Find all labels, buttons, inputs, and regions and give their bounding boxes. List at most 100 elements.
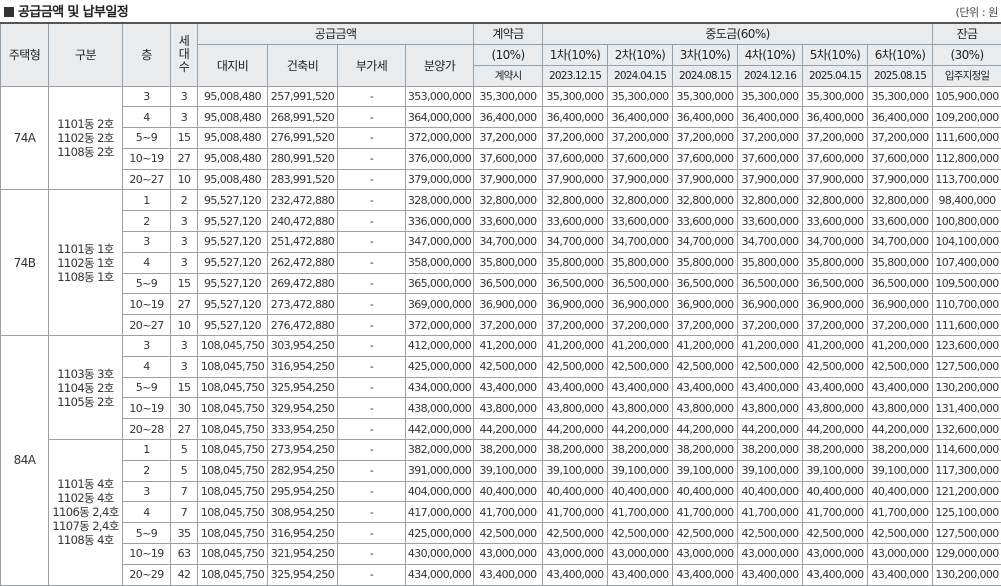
building-cell: 333,954,250 bbox=[268, 419, 338, 440]
middle-payment-2-cell: 32,800,000 bbox=[608, 190, 673, 211]
table-row: 20~2942108,045,750325,954,250-434,000,00… bbox=[1, 564, 1001, 585]
building-cell: 276,472,880 bbox=[268, 315, 338, 336]
middle-payment-3-cell: 37,200,000 bbox=[673, 128, 738, 149]
vat-cell: - bbox=[338, 232, 406, 253]
header-type: 주택형 bbox=[1, 23, 49, 86]
sale-cell: 442,000,000 bbox=[406, 419, 474, 440]
table-body: 74A1101동 2호 1102동 2호 1108동 2호3395,008,48… bbox=[1, 86, 1001, 585]
sale-cell: 376,000,000 bbox=[406, 148, 474, 169]
land-cell: 108,045,750 bbox=[198, 419, 268, 440]
vat-cell: - bbox=[338, 169, 406, 190]
middle-payment-6-cell: 34,700,000 bbox=[868, 232, 933, 253]
middle-payment-3-cell: 38,200,000 bbox=[673, 440, 738, 461]
middle-payment-5-cell: 32,800,000 bbox=[803, 190, 868, 211]
vat-cell: - bbox=[338, 128, 406, 149]
middle-payment-4-cell: 36,900,000 bbox=[738, 294, 803, 315]
header-mid-date-5: 2025.04.15 bbox=[803, 65, 868, 86]
middle-payment-1-cell: 43,400,000 bbox=[543, 564, 608, 585]
balance-cell: 111,600,000 bbox=[933, 315, 1001, 336]
sale-cell: 412,000,000 bbox=[406, 336, 474, 357]
middle-payment-6-cell: 43,000,000 bbox=[868, 544, 933, 565]
middle-payment-1-cell: 32,800,000 bbox=[543, 190, 608, 211]
floor-cell: 3 bbox=[123, 232, 171, 253]
land-cell: 95,008,480 bbox=[198, 86, 268, 107]
middle-payment-3-cell: 42,500,000 bbox=[673, 356, 738, 377]
sale-cell: 336,000,000 bbox=[406, 211, 474, 232]
floor-cell: 10~19 bbox=[123, 294, 171, 315]
balance-cell: 98,400,000 bbox=[933, 190, 1001, 211]
middle-payment-5-cell: 40,400,000 bbox=[803, 481, 868, 502]
units-cell: 3 bbox=[171, 336, 198, 357]
middle-payment-1-cell: 33,600,000 bbox=[543, 211, 608, 232]
sale-cell: 434,000,000 bbox=[406, 377, 474, 398]
table-row: 20~271095,527,120276,472,880-372,000,000… bbox=[1, 315, 1001, 336]
balance-cell: 130,200,000 bbox=[933, 377, 1001, 398]
middle-payment-6-cell: 42,500,000 bbox=[868, 523, 933, 544]
land-cell: 95,527,120 bbox=[198, 232, 268, 253]
land-cell: 95,527,120 bbox=[198, 252, 268, 273]
vat-cell: - bbox=[338, 481, 406, 502]
balance-cell: 123,600,000 bbox=[933, 336, 1001, 357]
middle-payment-4-cell: 33,600,000 bbox=[738, 211, 803, 232]
middle-payment-4-cell: 36,400,000 bbox=[738, 107, 803, 128]
table-row: 10~1930108,045,750329,954,250-438,000,00… bbox=[1, 398, 1001, 419]
price-schedule-table: 주택형 구분 층 세대수 공급금액 계약금 중도금(60%) 잔금 대지비 건축… bbox=[0, 22, 1001, 586]
middle-payment-2-cell: 36,400,000 bbox=[608, 107, 673, 128]
table-row: 74A1101동 2호 1102동 2호 1108동 2호3395,008,48… bbox=[1, 86, 1001, 107]
contract-cell: 43,800,000 bbox=[474, 398, 543, 419]
units-cell: 3 bbox=[171, 356, 198, 377]
floor-cell: 1 bbox=[123, 440, 171, 461]
middle-payment-2-cell: 42,500,000 bbox=[608, 356, 673, 377]
unit-note: (단위 : 원 bbox=[955, 4, 998, 20]
middle-payment-5-cell: 35,300,000 bbox=[803, 86, 868, 107]
units-cell: 5 bbox=[171, 460, 198, 481]
header-mid-date-3: 2024.08.15 bbox=[673, 65, 738, 86]
contract-cell: 33,600,000 bbox=[474, 211, 543, 232]
units-cell: 30 bbox=[171, 398, 198, 419]
balance-cell: 105,900,000 bbox=[933, 86, 1001, 107]
land-cell: 108,045,750 bbox=[198, 544, 268, 565]
middle-payment-4-cell: 42,500,000 bbox=[738, 523, 803, 544]
land-cell: 108,045,750 bbox=[198, 377, 268, 398]
sale-cell: 364,000,000 bbox=[406, 107, 474, 128]
header-sale: 분양가 bbox=[406, 44, 474, 86]
middle-payment-2-cell: 33,600,000 bbox=[608, 211, 673, 232]
floor-cell: 10~19 bbox=[123, 398, 171, 419]
units-cell: 27 bbox=[171, 419, 198, 440]
middle-payment-2-cell: 43,400,000 bbox=[608, 564, 673, 585]
floor-cell: 5~9 bbox=[123, 128, 171, 149]
sale-cell: 379,000,000 bbox=[406, 169, 474, 190]
header-mid-date-2: 2024.04.15 bbox=[608, 65, 673, 86]
middle-payment-5-cell: 43,000,000 bbox=[803, 544, 868, 565]
building-group-cell: 1101동 4호 1102동 4호 1106동 2,4호 1107동 2,4호 … bbox=[49, 440, 123, 586]
vat-cell: - bbox=[338, 544, 406, 565]
sale-cell: 372,000,000 bbox=[406, 315, 474, 336]
building-cell: 257,991,520 bbox=[268, 86, 338, 107]
vat-cell: - bbox=[338, 398, 406, 419]
contract-cell: 36,400,000 bbox=[474, 107, 543, 128]
header-mid-round-3: 3차(10%) bbox=[673, 44, 738, 65]
middle-payment-5-cell: 43,400,000 bbox=[803, 564, 868, 585]
middle-payment-3-cell: 44,200,000 bbox=[673, 419, 738, 440]
vat-cell: - bbox=[338, 460, 406, 481]
building-cell: 308,954,250 bbox=[268, 502, 338, 523]
floor-cell: 3 bbox=[123, 481, 171, 502]
contract-cell: 32,800,000 bbox=[474, 190, 543, 211]
building-cell: 280,991,520 bbox=[268, 148, 338, 169]
table-row: 20~271095,008,480283,991,520-379,000,000… bbox=[1, 169, 1001, 190]
building-cell: 303,954,250 bbox=[268, 336, 338, 357]
building-cell: 295,954,250 bbox=[268, 481, 338, 502]
contract-cell: 35,800,000 bbox=[474, 252, 543, 273]
middle-payment-4-cell: 38,200,000 bbox=[738, 440, 803, 461]
header-supply: 공급금액 bbox=[198, 23, 474, 44]
header-building: 건축비 bbox=[268, 44, 338, 86]
middle-payment-4-cell: 44,200,000 bbox=[738, 419, 803, 440]
table-row: 4395,008,480268,991,520-364,000,00036,40… bbox=[1, 107, 1001, 128]
header-households-text: 세대수 bbox=[178, 35, 190, 74]
middle-payment-3-cell: 37,200,000 bbox=[673, 315, 738, 336]
units-cell: 3 bbox=[171, 86, 198, 107]
vat-cell: - bbox=[338, 502, 406, 523]
middle-payment-3-cell: 34,700,000 bbox=[673, 232, 738, 253]
table-row: 43108,045,750316,954,250-425,000,00042,5… bbox=[1, 356, 1001, 377]
middle-payment-1-cell: 36,500,000 bbox=[543, 273, 608, 294]
